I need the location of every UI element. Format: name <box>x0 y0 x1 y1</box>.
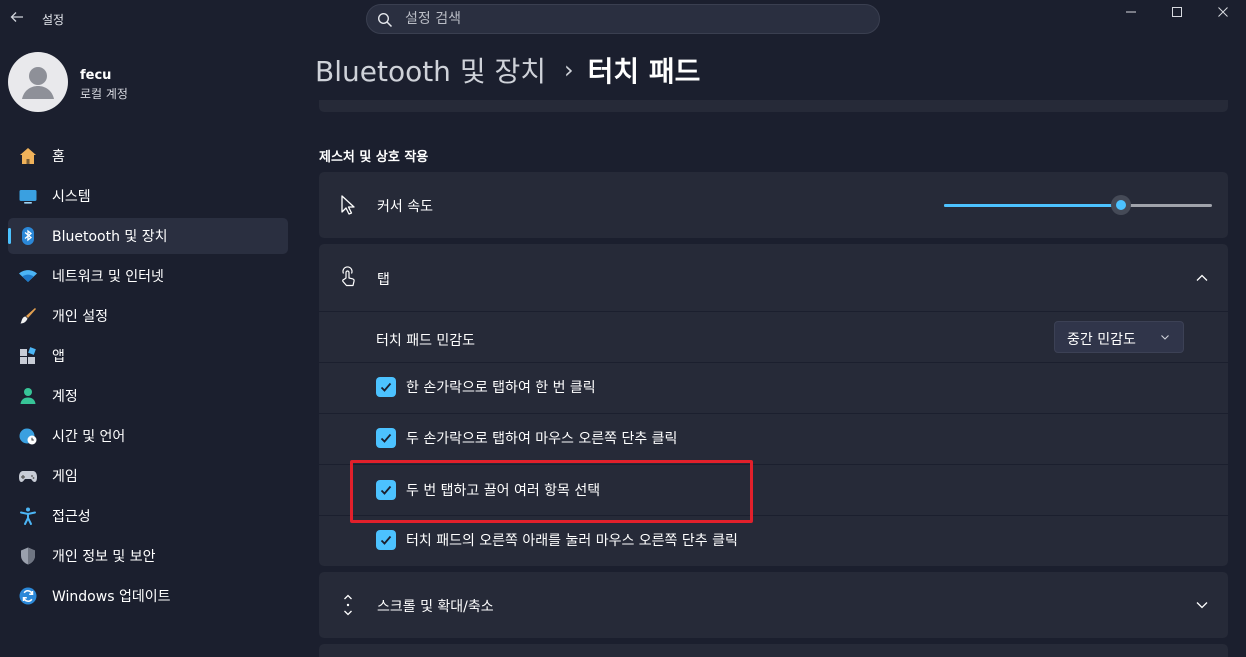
chevron-down-icon <box>1161 335 1169 340</box>
option-one-finger-tap[interactable]: 한 손가락으로 탭하여 한 번 클릭 <box>376 376 596 398</box>
minimize-icon <box>1126 11 1136 13</box>
checkbox[interactable] <box>376 428 396 448</box>
dropdown-value: 중간 민감도 <box>1067 332 1136 348</box>
option-label: 한 손가락으로 탭하여 한 번 클릭 <box>406 380 596 396</box>
globe-clock-icon <box>17 425 39 447</box>
chevron-down-icon <box>1196 602 1208 609</box>
sidebar-item-label: 네트워크 및 인터넷 <box>52 269 164 285</box>
sidebar-item-home[interactable]: 홈 <box>8 138 288 174</box>
sidebar-item-accounts[interactable]: 계정 <box>8 378 288 414</box>
highlight-box <box>350 460 753 523</box>
sidebar-item-label: 접근성 <box>52 509 91 525</box>
sidebar-nav: 홈 시스템 Bluetooth 및 장치 네트워크 및 인터넷 개인 설정 앱 … <box>8 138 288 618</box>
sidebar-item-label: 시스템 <box>52 189 91 205</box>
brush-icon <box>17 305 39 327</box>
checkmark-icon <box>380 535 392 545</box>
tap-header[interactable]: 탭 <box>319 244 1228 311</box>
sidebar-item-system[interactable]: 시스템 <box>8 178 288 214</box>
scroll-icon <box>344 594 352 616</box>
sidebar-item-bluetooth[interactable]: Bluetooth 및 장치 <box>8 218 288 254</box>
title-bar: 설정 <box>0 0 1246 40</box>
bluetooth-icon <box>17 225 39 247</box>
checkbox[interactable] <box>376 377 396 397</box>
tap-label: 탭 <box>377 272 390 288</box>
sidebar-item-label: 앱 <box>52 349 65 365</box>
slider-fill <box>944 204 1121 207</box>
divider <box>319 311 1228 312</box>
sidebar-item-label: 계정 <box>52 389 78 405</box>
section-title: 제스처 및 상호 작용 <box>319 150 429 165</box>
option-two-finger-tap[interactable]: 두 손가락으로 탭하여 마우스 오른쪽 단추 클릭 <box>376 427 677 449</box>
home-icon <box>17 145 39 167</box>
maximize-button[interactable] <box>1154 0 1200 24</box>
sensitivity-dropdown[interactable]: 중간 민감도 <box>1054 321 1184 353</box>
option-bottom-right-press[interactable]: 터치 패드의 오른쪽 아래를 눌러 마우스 오른쪽 단추 클릭 <box>376 529 738 551</box>
sidebar-item-label: 홈 <box>52 149 65 165</box>
sidebar-item-windows-update[interactable]: Windows 업데이트 <box>8 578 288 614</box>
sensitivity-label: 터치 패드 민감도 <box>376 333 476 349</box>
back-button[interactable] <box>6 8 28 30</box>
previous-card-bottom <box>319 100 1228 112</box>
breadcrumb: Bluetooth 및 장치 › 터치 패드 <box>315 50 700 90</box>
apps-icon <box>17 345 39 367</box>
sidebar-item-time-language[interactable]: 시간 및 언어 <box>8 418 288 454</box>
app-title: 설정 <box>42 13 65 27</box>
sidebar-item-label: 게임 <box>52 469 78 485</box>
sidebar-item-label: 시간 및 언어 <box>52 429 126 445</box>
page-title: 터치 패드 <box>587 55 701 88</box>
slider-thumb[interactable] <box>1111 195 1131 215</box>
sidebar-item-gaming[interactable]: 게임 <box>8 458 288 494</box>
account-type: 로컬 계정 <box>80 87 128 101</box>
accessibility-icon <box>17 505 39 527</box>
close-button[interactable] <box>1200 0 1246 24</box>
back-arrow-icon <box>10 12 23 22</box>
search-box[interactable] <box>366 4 880 34</box>
account-icon <box>17 385 39 407</box>
cursor-icon <box>341 195 355 215</box>
close-icon <box>1218 7 1228 17</box>
user-name: fecu <box>80 68 112 83</box>
chevron-up-icon <box>1196 274 1208 281</box>
sidebar-item-personalization[interactable]: 개인 설정 <box>8 298 288 334</box>
divider <box>319 413 1228 414</box>
cursor-speed-slider[interactable] <box>944 195 1212 215</box>
sidebar-item-label: Windows 업데이트 <box>52 589 171 605</box>
window-controls <box>1108 0 1246 24</box>
divider <box>319 362 1228 363</box>
option-label: 터치 패드의 오른쪽 아래를 눌러 마우스 오른쪽 단추 클릭 <box>406 533 738 549</box>
avatar <box>8 52 68 112</box>
user-avatar-icon <box>22 67 54 99</box>
settings-window: 설정 fecu 로컬 계정 <box>0 0 1246 657</box>
user-profile[interactable]: fecu 로컬 계정 <box>8 52 288 112</box>
wifi-icon <box>17 265 39 287</box>
sidebar-item-accessibility[interactable]: 접근성 <box>8 498 288 534</box>
checkmark-icon <box>380 382 392 392</box>
maximize-icon <box>1172 7 1182 17</box>
sidebar-item-apps[interactable]: 앱 <box>8 338 288 374</box>
update-icon <box>17 585 39 607</box>
minimize-button[interactable] <box>1108 0 1154 24</box>
checkbox[interactable] <box>376 530 396 550</box>
checkmark-icon <box>380 433 392 443</box>
scroll-zoom-card[interactable]: 스크롤 및 확대/축소 <box>319 572 1228 638</box>
sidebar-item-label: Bluetooth 및 장치 <box>52 229 168 245</box>
option-label: 두 손가락으로 탭하여 마우스 오른쪽 단추 클릭 <box>406 431 678 447</box>
sidebar-item-label: 개인 설정 <box>52 309 108 325</box>
cursor-speed-label: 커서 속도 <box>377 199 433 215</box>
system-icon <box>17 185 39 207</box>
search-input[interactable] <box>405 9 865 29</box>
shield-icon <box>17 545 39 567</box>
breadcrumb-parent[interactable]: Bluetooth 및 장치 <box>315 50 546 90</box>
breadcrumb-separator: › <box>564 56 574 84</box>
gamepad-icon <box>17 465 39 487</box>
sidebar-item-label: 개인 정보 및 보안 <box>52 549 156 565</box>
next-card-top <box>319 644 1228 657</box>
sidebar-item-privacy-security[interactable]: 개인 정보 및 보안 <box>8 538 288 574</box>
cursor-speed-card: 커서 속도 <box>319 172 1228 238</box>
sidebar-item-network[interactable]: 네트워크 및 인터넷 <box>8 258 288 294</box>
search-icon <box>377 12 393 28</box>
tap-gesture-icon <box>342 266 355 287</box>
scroll-zoom-label: 스크롤 및 확대/축소 <box>377 599 494 615</box>
